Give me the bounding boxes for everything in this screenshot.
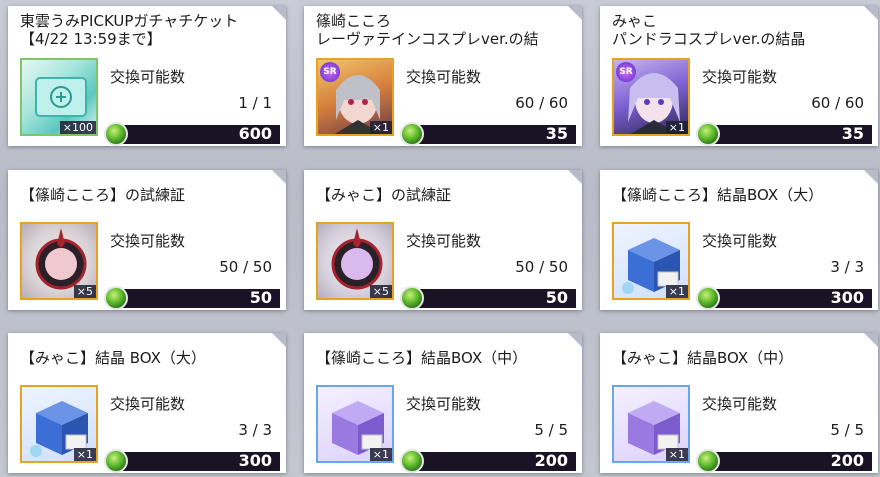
exchange-card-3[interactable]: みゃこ パンドラコスプレver.の結晶 SR ×1 交換可能数 60 / 60 … (600, 6, 878, 146)
price-value: 35 (545, 124, 568, 143)
exchange-card-4[interactable]: 【篠崎こころ】の試練証 ×5 交換可能数 50 / 50 50 (8, 170, 286, 310)
item-quantity: ×100 (59, 121, 96, 134)
item-quantity: ×1 (369, 448, 392, 461)
crystal-box-icon: ×1 (316, 385, 394, 463)
exchange-count: 3 / 3 (830, 258, 864, 276)
item-quantity: ×5 (369, 285, 392, 298)
exchange-limit-label: 交換可能数 (110, 395, 186, 413)
item-quantity: ×1 (665, 448, 688, 461)
exchange-limit-label: 交換可能数 (406, 232, 482, 250)
green-gem-icon (696, 449, 720, 473)
item-title: 【みゃこ】結晶BOX（中） (612, 349, 794, 367)
crystal-box-icon: ×1 (612, 385, 690, 463)
exchange-card-2[interactable]: 篠崎こころ レーヴァテインコスプレver.の結 SR ×1 交換可能数 60 /… (304, 6, 582, 146)
rarity-badge: SR (320, 62, 340, 82)
item-quantity: ×1 (665, 121, 688, 134)
green-gem-icon (400, 286, 424, 310)
exchange-limit-label: 交換可能数 (702, 68, 778, 86)
item-quantity: ×1 (665, 285, 688, 298)
exchange-limit-label: 交換可能数 (702, 232, 778, 250)
exchange-button[interactable]: 35 (400, 122, 576, 146)
exchange-count: 50 / 50 (515, 258, 568, 276)
item-title: 【篠崎こころ】結晶BOX（中） (316, 349, 528, 367)
exchange-limit-label: 交換可能数 (110, 232, 186, 250)
exchange-card-9[interactable]: 【みゃこ】結晶BOX（中） ×1 交換可能数 5 / 5 200 (600, 333, 878, 473)
green-gem-icon (696, 122, 720, 146)
character-crystal-icon: SR ×1 (612, 58, 690, 136)
exchange-button[interactable]: 600 (104, 122, 280, 146)
item-title: 【篠崎こころ】結晶BOX（大） (612, 186, 824, 204)
gacha-ticket-icon: ×100 (20, 58, 98, 136)
price-value: 50 (545, 288, 568, 307)
green-gem-icon (104, 286, 128, 310)
green-gem-icon (400, 122, 424, 146)
green-gem-icon (104, 122, 128, 146)
exchange-card-6[interactable]: 【篠崎こころ】結晶BOX（大） ×1 交換可能数 3 / 3 300 (600, 170, 878, 310)
character-crystal-icon: SR ×1 (316, 58, 394, 136)
price-value: 35 (841, 124, 864, 143)
exchange-limit-label: 交換可能数 (406, 395, 482, 413)
exchange-button[interactable]: 35 (696, 122, 872, 146)
exchange-button[interactable]: 300 (696, 286, 872, 310)
trial-emblem-icon: ×5 (20, 222, 98, 300)
exchange-limit-label: 交換可能数 (406, 68, 482, 86)
item-title: 【みゃこ】結晶 BOX（大） (20, 349, 206, 367)
item-title: みゃこ パンドラコスプレver.の結晶 (612, 12, 806, 48)
exchange-count: 1 / 1 (238, 94, 272, 112)
price-value: 600 (238, 124, 272, 143)
exchange-count: 50 / 50 (219, 258, 272, 276)
rarity-badge: SR (616, 62, 636, 82)
item-quantity: ×1 (73, 448, 96, 461)
exchange-count: 5 / 5 (830, 421, 864, 439)
exchange-card-5[interactable]: 【みゃこ】の試練証 ×5 交換可能数 50 / 50 50 (304, 170, 582, 310)
green-gem-icon (696, 286, 720, 310)
trial-emblem-icon: ×5 (316, 222, 394, 300)
crystal-box-icon: ×1 (612, 222, 690, 300)
price-value: 200 (830, 451, 864, 470)
exchange-count: 60 / 60 (811, 94, 864, 112)
exchange-button[interactable]: 200 (696, 449, 872, 473)
exchange-card-7[interactable]: 【みゃこ】結晶 BOX（大） ×1 交換可能数 3 / 3 300 (8, 333, 286, 473)
item-title: 篠崎こころ レーヴァテインコスプレver.の結 (316, 12, 539, 48)
price-value: 300 (830, 288, 864, 307)
exchange-limit-label: 交換可能数 (702, 395, 778, 413)
exchange-button[interactable]: 300 (104, 449, 280, 473)
price-value: 50 (249, 288, 272, 307)
exchange-button[interactable]: 200 (400, 449, 576, 473)
exchange-button[interactable]: 50 (400, 286, 576, 310)
exchange-count: 5 / 5 (534, 421, 568, 439)
green-gem-icon (104, 449, 128, 473)
item-quantity: ×5 (73, 285, 96, 298)
exchange-count: 3 / 3 (238, 421, 272, 439)
item-title: 【篠崎こころ】の試練証 (20, 186, 186, 204)
item-title: 【みゃこ】の試練証 (316, 186, 452, 204)
exchange-count: 60 / 60 (515, 94, 568, 112)
item-title: 東雲うみPICKUPガチャチケット 【4/22 13:59まで】 (20, 12, 239, 48)
green-gem-icon (400, 449, 424, 473)
exchange-limit-label: 交換可能数 (110, 68, 186, 86)
item-quantity: ×1 (369, 121, 392, 134)
price-value: 200 (534, 451, 568, 470)
exchange-card-1[interactable]: 東雲うみPICKUPガチャチケット 【4/22 13:59まで】 ×100 交換… (8, 6, 286, 146)
exchange-button[interactable]: 50 (104, 286, 280, 310)
price-value: 300 (238, 451, 272, 470)
exchange-card-8[interactable]: 【篠崎こころ】結晶BOX（中） ×1 交換可能数 5 / 5 200 (304, 333, 582, 473)
crystal-box-icon: ×1 (20, 385, 98, 463)
